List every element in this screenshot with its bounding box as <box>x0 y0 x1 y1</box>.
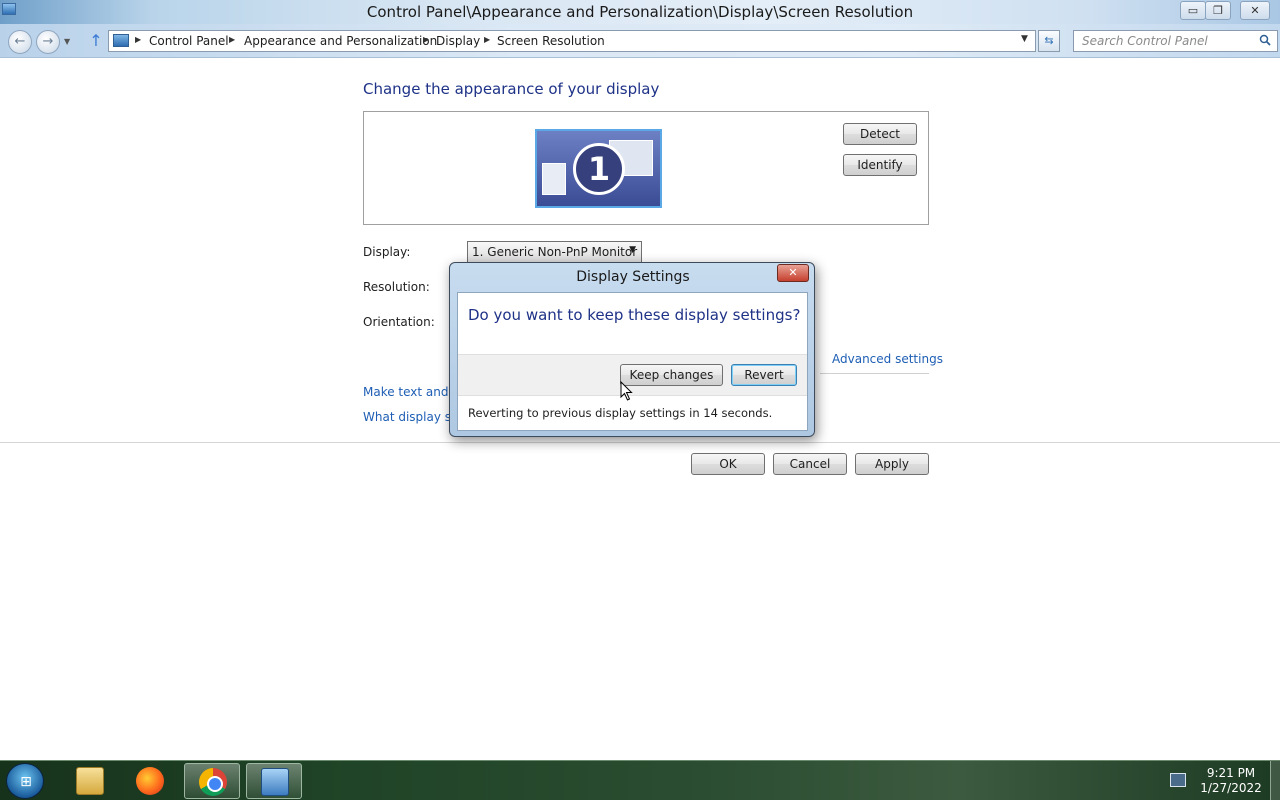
keep-changes-button[interactable]: Keep changes <box>620 364 723 386</box>
mouse-pointer-icon <box>620 381 633 401</box>
search-placeholder: Search Control Panel <box>1082 34 1208 48</box>
revert-button[interactable]: Revert <box>731 364 797 386</box>
window-title-bar[interactable]: Control Panel\Appearance and Personaliza… <box>0 0 1280 24</box>
up-arrow-icon[interactable]: ↑ <box>88 31 104 51</box>
advanced-settings-link[interactable]: Advanced settings <box>832 352 943 366</box>
start-button[interactable]: ⊞ <box>6 763 44 799</box>
show-desktop-button[interactable] <box>1270 761 1280 800</box>
breadcrumb-display[interactable]: Display <box>436 34 480 48</box>
dialog-close-button[interactable]: ✕ <box>777 264 809 282</box>
display-select-value: 1. Generic Non-PnP Monitor <box>472 245 638 259</box>
taskbar: ⊞ 9:21 PM 1/27/2022 <box>0 760 1280 800</box>
dialog-question: Do you want to keep these display settin… <box>468 306 801 324</box>
page-title: Change the appearance of your display <box>363 80 660 98</box>
minimize-button[interactable]: ▭ <box>1180 1 1206 20</box>
resolution-label: Resolution: <box>363 280 430 294</box>
chevron-down-icon[interactable]: ▼ <box>1021 34 1028 44</box>
breadcrumb-screen-resolution[interactable]: Screen Resolution <box>497 34 605 48</box>
monitor-window-icon <box>542 163 566 195</box>
clock-time: 9:21 PM <box>1206 766 1256 780</box>
monitor-1-thumbnail[interactable]: 1 <box>535 129 662 208</box>
identify-button[interactable]: Identify <box>843 154 917 176</box>
dialog-title: Display Settings <box>576 269 690 285</box>
revert-countdown-text: Reverting to previous display settings i… <box>468 406 773 420</box>
cancel-button[interactable]: Cancel <box>773 453 847 475</box>
control-panel-icon <box>113 34 129 47</box>
taskbar-control-panel[interactable] <box>246 763 302 799</box>
folder-icon <box>76 767 104 795</box>
close-button[interactable]: ✕ <box>1240 1 1270 20</box>
detect-button[interactable]: Detect <box>843 123 917 145</box>
display-label: Display: <box>363 245 411 259</box>
chevron-down-icon: ▼ <box>629 245 636 255</box>
firefox-icon <box>136 767 164 795</box>
network-icon[interactable] <box>1170 773 1186 787</box>
clock-date: 1/27/2022 <box>1200 781 1262 795</box>
breadcrumb-appearance-personalization[interactable]: Appearance and Personalization <box>244 34 437 48</box>
taskbar-firefox[interactable] <box>122 763 178 799</box>
divider <box>820 373 929 374</box>
forward-button[interactable]: → <box>36 30 60 54</box>
chrome-icon <box>199 768 227 796</box>
search-icon[interactable] <box>1259 34 1271 46</box>
ok-button[interactable]: OK <box>691 453 765 475</box>
address-bar[interactable]: ▶ Control Panel ▶ Appearance and Persona… <box>108 30 1036 52</box>
taskbar-chrome[interactable] <box>184 763 240 799</box>
breadcrumb-separator-icon[interactable]: ▶ <box>135 35 141 44</box>
control-panel-icon <box>261 768 289 796</box>
display-select[interactable]: 1. Generic Non-PnP Monitor ▼ <box>467 241 642 263</box>
apply-button[interactable]: Apply <box>855 453 929 475</box>
dialog-body: Do you want to keep these display settin… <box>457 292 808 431</box>
search-input[interactable]: Search Control Panel <box>1073 30 1278 52</box>
display-settings-dialog: Display Settings ✕ Do you want to keep t… <box>449 262 815 437</box>
refresh-button[interactable]: ⇆ <box>1038 30 1060 52</box>
breadcrumb-separator-icon[interactable]: ▶ <box>423 35 429 44</box>
divider <box>0 442 1280 443</box>
navigation-bar: ← → ▼ ↑ ▶ Control Panel ▶ Appearance and… <box>0 24 1280 58</box>
maximize-button[interactable]: ❐ <box>1205 1 1231 20</box>
breadcrumb-separator-icon[interactable]: ▶ <box>229 35 235 44</box>
back-button[interactable]: ← <box>8 30 32 54</box>
monitor-number: 1 <box>573 143 625 195</box>
system-clock[interactable]: 9:21 PM 1/27/2022 <box>1196 766 1266 796</box>
taskbar-explorer[interactable] <box>62 763 118 799</box>
recent-pages-dropdown[interactable]: ▼ <box>64 37 70 46</box>
window-title: Control Panel\Appearance and Personaliza… <box>366 3 914 21</box>
orientation-label: Orientation: <box>363 315 435 329</box>
breadcrumb-separator-icon[interactable]: ▶ <box>484 35 490 44</box>
breadcrumb-control-panel[interactable]: Control Panel <box>149 34 229 48</box>
windows-logo-icon: ⊞ <box>20 774 32 790</box>
